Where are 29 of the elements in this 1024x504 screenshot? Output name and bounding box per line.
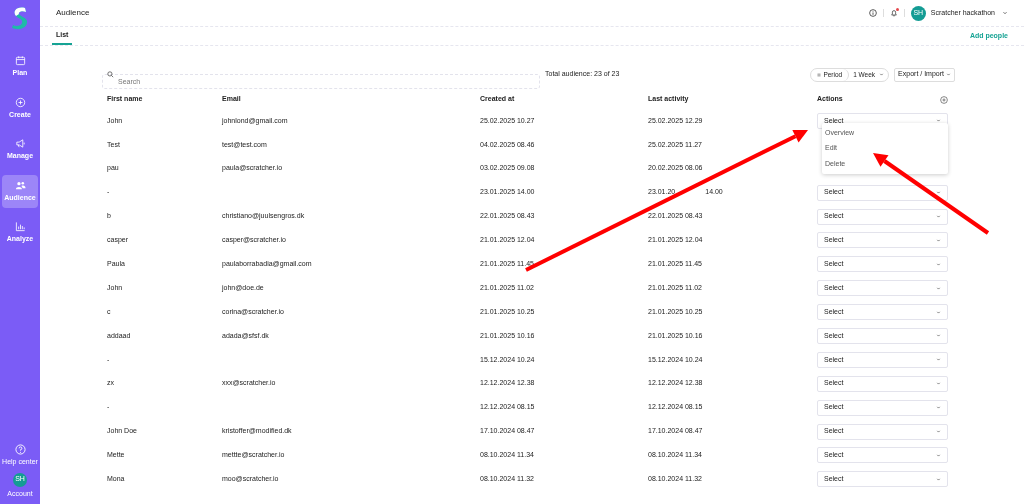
chevron-down-icon <box>936 285 941 291</box>
chevron-down-icon <box>946 72 951 77</box>
chevron-down-icon <box>936 405 941 411</box>
chevron-down-icon <box>936 333 941 339</box>
page-title: Audience <box>56 7 90 19</box>
filter-icon <box>817 72 822 77</box>
chevron-down-icon <box>936 476 941 482</box>
chevron-down-icon <box>936 118 941 124</box>
chevron-down-icon <box>936 237 941 243</box>
megaphone-icon <box>14 138 26 149</box>
chevron-down-icon <box>936 357 941 363</box>
bell-icon[interactable] <box>889 9 898 17</box>
chevron-down-icon <box>936 381 941 387</box>
chevron-down-icon <box>936 309 941 315</box>
chevron-down-icon <box>936 261 941 267</box>
search-icon <box>107 71 114 78</box>
chevron-down-icon[interactable] <box>1002 10 1008 16</box>
chevron-down-icon <box>936 452 941 458</box>
calendar-icon <box>14 55 26 66</box>
chevron-down-icon <box>936 190 941 196</box>
bar-chart-icon <box>14 221 26 232</box>
chevron-down-icon <box>879 72 885 77</box>
info-icon[interactable] <box>868 9 877 17</box>
chevron-down-icon <box>936 429 941 434</box>
help-icon[interactable] <box>14 444 26 455</box>
add-column-icon[interactable] <box>940 95 948 104</box>
plus-circle-icon <box>14 96 26 108</box>
people-icon <box>14 179 26 191</box>
chevron-down-icon <box>936 214 941 219</box>
